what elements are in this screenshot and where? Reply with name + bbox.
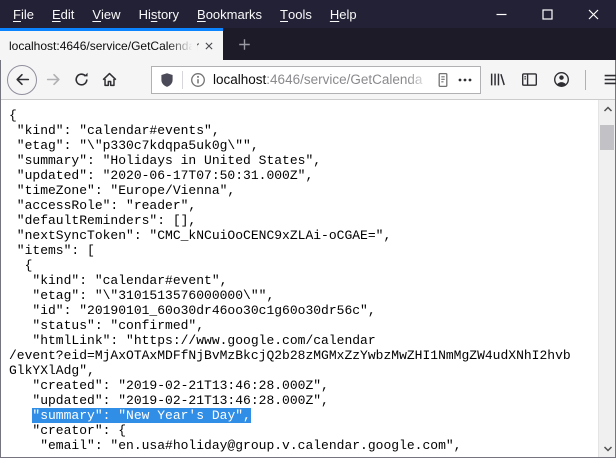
json-line: "creator": { [9, 423, 598, 438]
json-line: "accessRole": "reader", [9, 198, 598, 213]
json-line: "status": "confirmed", [9, 318, 598, 333]
json-line: { [9, 108, 598, 123]
menu-history[interactable]: History [130, 0, 188, 28]
page-actions-button[interactable] [457, 72, 473, 88]
back-button[interactable] [7, 65, 37, 95]
reader-view-button[interactable] [435, 72, 451, 88]
hamburger-menu-icon [602, 71, 616, 88]
json-line: "updated": "2019-02-21T13:46:28.000Z", [9, 393, 598, 408]
library-icon [489, 71, 506, 88]
title-bar: FileEditViewHistoryBookmarksToolsHelp [0, 0, 616, 28]
tab-close-button[interactable] [200, 37, 217, 54]
tab-getcalendar[interactable]: localhost:4646/service/GetCalendar [0, 28, 223, 60]
plus-icon [238, 38, 251, 51]
tab-title-fade [167, 31, 197, 60]
toolbar-separator [585, 70, 586, 90]
site-info-button[interactable] [190, 72, 206, 88]
minimize-icon [495, 8, 508, 21]
shield-icon [159, 72, 175, 88]
menu-bar: FileEditViewHistoryBookmarksToolsHelp [0, 0, 366, 28]
chevron-down-icon [603, 444, 613, 454]
json-line: "nextSyncToken": "CMC_kNCuiOoCENC9xZLAi-… [9, 228, 598, 243]
reload-button[interactable] [67, 66, 95, 94]
reload-icon [73, 71, 90, 88]
json-line: "summary": "Holidays in United States", [9, 153, 598, 168]
menu-bookmarks[interactable]: Bookmarks [188, 0, 271, 28]
menu-view[interactable]: View [83, 0, 129, 28]
browser-window: FileEditViewHistoryBookmarksToolsHelp lo… [0, 0, 616, 458]
library-button[interactable] [483, 66, 511, 94]
url-fade [407, 67, 433, 93]
close-icon [204, 41, 214, 51]
menu-edit[interactable]: Edit [43, 0, 83, 28]
urlbar-divider [182, 71, 183, 89]
url-host: localhost [213, 72, 266, 87]
json-line: { [9, 258, 598, 273]
json-line: "id": "20190101_60o30dr46oo30c1g60o30dr5… [9, 303, 598, 318]
window-controls [478, 0, 616, 28]
navigation-toolbar: localhost:4646/service/GetCalenda [1, 60, 615, 100]
json-line: "updated": "2020-06-17T07:50:31.000Z", [9, 168, 598, 183]
json-line: "items": [ [9, 243, 598, 258]
reader-view-icon [435, 72, 451, 88]
json-line: "etag": "\"p330c7kdqpa5uk0g\"", [9, 138, 598, 153]
scroll-down-button[interactable] [599, 440, 615, 457]
new-tab-button[interactable] [229, 28, 259, 60]
home-button[interactable] [95, 66, 123, 94]
tracking-protection-button[interactable] [159, 72, 175, 88]
url-bar[interactable]: localhost:4646/service/GetCalenda [151, 66, 481, 94]
sidebar-icon [521, 71, 538, 88]
json-line: "email": "en.usa#holiday@group.v.calenda… [9, 438, 598, 453]
forward-button[interactable] [39, 66, 67, 94]
url-path: :4646/service/GetCalenda [266, 72, 422, 87]
json-line: /event?eid=MjAxOTAxMDFfNjBvMzBkcjQ2b28zM… [9, 348, 598, 363]
main-menu-button[interactable] [596, 66, 616, 94]
sidebars-button[interactable] [515, 66, 543, 94]
tab-bar: localhost:4646/service/GetCalendar [0, 28, 616, 60]
vertical-scrollbar[interactable] [598, 100, 615, 457]
close-window-button[interactable] [570, 0, 616, 28]
json-line: "etag": "\"3101513576000000\"", [9, 288, 598, 303]
json-line: "summary": "New Year's Day", [9, 408, 598, 423]
maximize-button[interactable] [524, 0, 570, 28]
info-icon [190, 72, 206, 88]
json-response-text[interactable]: { "kind": "calendar#events", "etag": "\"… [1, 100, 598, 457]
json-line: "created": "2019-02-21T13:46:28.000Z", [9, 378, 598, 393]
selected-text: "summary": "New Year's Day", [32, 408, 250, 423]
home-icon [101, 71, 118, 88]
toolbar-right [481, 66, 616, 94]
menu-help[interactable]: Help [321, 0, 366, 28]
menu-file[interactable]: File [4, 0, 43, 28]
url-input[interactable]: localhost:4646/service/GetCalenda [213, 67, 433, 93]
back-arrow-icon [14, 71, 31, 88]
account-person-icon [553, 71, 570, 88]
json-line: "kind": "calendar#events", [9, 123, 598, 138]
chevron-up-icon [603, 104, 613, 114]
menu-tools[interactable]: Tools [271, 0, 321, 28]
forward-arrow-icon [45, 71, 62, 88]
json-line: "htmlLink": "https://www.google.com/cale… [9, 333, 598, 348]
page-content: { "kind": "calendar#events", "etag": "\"… [1, 100, 615, 457]
ellipsis-icon [457, 72, 473, 88]
minimize-button[interactable] [478, 0, 524, 28]
json-line: "defaultReminders": [], [9, 213, 598, 228]
maximize-icon [541, 8, 554, 21]
scrollbar-thumb[interactable] [600, 125, 614, 150]
json-line: "kind": "calendar#event", [9, 273, 598, 288]
close-icon [587, 8, 600, 21]
json-line: GlkYXlAdg", [9, 363, 598, 378]
scroll-up-button[interactable] [599, 100, 615, 117]
json-line: "timeZone": "Europe/Vienna", [9, 183, 598, 198]
account-button[interactable] [547, 66, 575, 94]
